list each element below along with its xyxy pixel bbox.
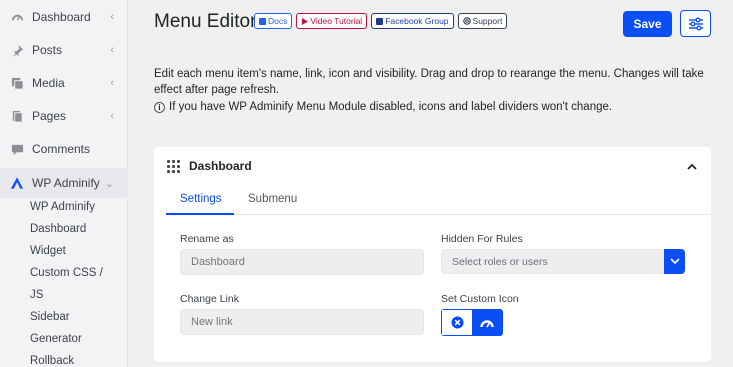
page-description: Edit each menu item's name, link, icon a… [154, 68, 704, 96]
chevron-down-icon: ⌄ [104, 177, 114, 190]
custom-icon-picker [441, 309, 503, 336]
facebook-group-label: Facebook Group [385, 16, 449, 26]
video-tutorial-label: Video Tutorial [310, 16, 363, 26]
chevron-left-icon: ‹ [110, 44, 114, 56]
sidebar-item-wp-adminify[interactable]: WP Adminify ⌄ [0, 168, 128, 198]
youtube-icon [301, 17, 309, 25]
submenu-item-sidebar-generator-cont[interactable]: Generator [30, 333, 82, 345]
chevron-down-icon [669, 258, 680, 265]
support-link[interactable]: Support [457, 13, 508, 29]
chevron-up-icon[interactable] [687, 159, 697, 173]
help-badges: Docs Video Tutorial Facebook Group Suppo… [254, 13, 508, 29]
adminify-logo-icon [10, 176, 24, 190]
clear-icon-button[interactable] [442, 310, 472, 335]
settings-button[interactable] [680, 10, 711, 37]
sidebar-item-label: Dashboard [32, 10, 91, 24]
menu-item-title: Dashboard [189, 159, 252, 173]
docs-link[interactable]: Docs [254, 13, 293, 29]
save-button[interactable]: Save [623, 11, 672, 37]
docs-label: Docs [268, 16, 288, 26]
rename-input[interactable] [180, 249, 424, 275]
submenu-item-dashboard-widget-cont[interactable]: Widget [30, 245, 66, 257]
menu-item-panel: Dashboard Settings Submenu Rename as Hid… [154, 147, 711, 362]
hidden-rules-select[interactable]: Select roles or users [441, 249, 685, 274]
pin-icon [10, 43, 24, 57]
hidden-rules-label: Hidden For Rules [441, 233, 523, 245]
rename-label: Rename as [180, 233, 234, 245]
sidebar-item-label: WP Adminify [32, 176, 100, 190]
dashboard-icon [10, 10, 24, 24]
dashboard-icon [480, 317, 494, 329]
sidebar-item-dashboard[interactable]: Dashboard ‹ [0, 2, 128, 32]
page-title: Menu Editor [154, 11, 257, 32]
comments-icon [10, 142, 24, 156]
info-icon: i [154, 101, 165, 113]
drag-handle-icon[interactable] [167, 160, 181, 174]
video-tutorial-link[interactable]: Video Tutorial [296, 13, 368, 29]
custom-icon-label: Set Custom Icon [441, 293, 519, 305]
info-note-text: If you have WP Adminify Menu Module disa… [169, 101, 613, 113]
chevron-left-icon: ‹ [110, 11, 114, 23]
submenu-item-wp-adminify[interactable]: WP Adminify [30, 201, 95, 213]
tab-submenu[interactable]: Submenu [248, 193, 297, 205]
facebook-group-link[interactable]: Facebook Group [371, 13, 454, 29]
sliders-icon [688, 17, 704, 31]
pages-icon [10, 109, 24, 123]
change-link-label: Change Link [180, 293, 239, 305]
submenu-item-dashboard-widget[interactable]: Dashboard [30, 223, 86, 235]
sidebar-item-comments[interactable]: Comments [0, 134, 128, 164]
sidebar-item-label: Pages [32, 109, 67, 123]
hidden-rules-dropdown-button[interactable] [664, 249, 685, 274]
active-tab-indicator [166, 213, 234, 215]
close-circle-icon [450, 316, 464, 329]
chevron-left-icon: ‹ [110, 77, 114, 89]
sidebar-item-media[interactable]: Media ‹ [0, 68, 128, 98]
sidebar-item-label: Posts [32, 43, 63, 57]
sidebar-item-posts[interactable]: Posts ‹ [0, 35, 128, 65]
submenu-item-custom-css[interactable]: Custom CSS / [30, 267, 103, 279]
submenu-item-rollback[interactable]: Rollback [30, 355, 74, 367]
info-note: i If you have WP Adminify Menu Module di… [154, 101, 612, 113]
submenu-item-sidebar-generator[interactable]: Sidebar [30, 311, 70, 323]
chevron-left-icon: ‹ [110, 110, 114, 122]
tab-settings[interactable]: Settings [180, 193, 222, 205]
sidebar-item-pages[interactable]: Pages ‹ [0, 101, 128, 131]
menu-item-header[interactable]: Dashboard [154, 147, 711, 185]
support-label: Support [472, 16, 503, 26]
sidebar-item-label: Comments [32, 142, 91, 156]
sidebar-item-label: Media [32, 76, 65, 90]
menu-item-tabs: Settings Submenu [166, 185, 711, 215]
docs-icon [259, 17, 266, 25]
select-icon-button[interactable] [472, 310, 502, 335]
media-icon [10, 76, 24, 90]
support-icon [462, 17, 471, 25]
admin-sidebar: Dashboard ‹ Posts ‹ Media ‹ Pages ‹ Comm… [0, 0, 128, 367]
change-link-input[interactable] [180, 309, 424, 335]
submenu-item-custom-css-cont[interactable]: JS [30, 289, 43, 301]
facebook-icon [376, 17, 384, 25]
